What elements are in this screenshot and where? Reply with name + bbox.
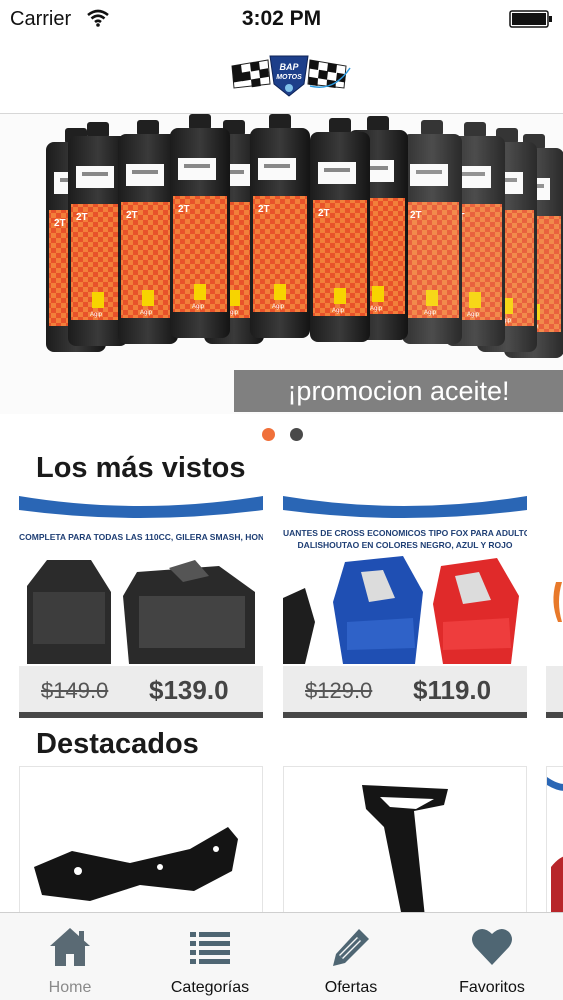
tab-label: Categorías: [170, 979, 250, 996]
current-price: $139.0: [149, 675, 229, 705]
pencil-icon: [333, 929, 369, 966]
featured-card-partial[interactable]: [546, 766, 563, 926]
tab-label: Favoritos: [459, 979, 525, 996]
product-banner-text-2: DALISHOUTAO EN COLORES NEGRO, AZUL Y ROJ…: [297, 540, 513, 550]
old-price: $149.0: [41, 678, 109, 703]
product-banner-text: COMPLETA PARA TODAS LAS 110CC, GILERA SM…: [19, 532, 263, 542]
app-header: BAP MOTOS: [0, 40, 563, 114]
status-time: 3:02 PM: [241, 7, 322, 30]
tab-favoritos[interactable]: Favoritos: [422, 913, 562, 1000]
tab-bar: Home Categorías Ofertas Favoritos: [0, 912, 563, 1000]
product-card-partial[interactable]: [546, 492, 563, 718]
page-dot[interactable]: [290, 428, 303, 441]
list-icon: [190, 932, 230, 964]
price-bar: $149.0 $139.0: [19, 666, 263, 712]
tab-ofertas[interactable]: Ofertas: [281, 913, 421, 1000]
checkered-flag-right-icon: [307, 59, 347, 89]
carousel-page-indicator[interactable]: [0, 428, 563, 442]
featured-image: [362, 785, 448, 925]
heart-icon: [472, 928, 512, 965]
product-image: [27, 560, 255, 664]
product-image: [283, 556, 519, 664]
promo-carousel[interactable]: 2T Agip ¡promocion aceite!: [0, 114, 563, 414]
carousel-caption[interactable]: ¡promocion aceite!: [234, 370, 563, 412]
status-bar: Carrier 3:02 PM: [0, 0, 563, 40]
svg-text:BAP: BAP: [279, 62, 299, 72]
home-icon: [50, 928, 90, 966]
product-banner: [19, 492, 263, 552]
featured-card[interactable]: [19, 766, 263, 926]
featured-card[interactable]: [283, 766, 527, 926]
old-price: $129.0: [305, 678, 373, 703]
product-card[interactable]: COMPLETA PARA TODAS LAS 110CC, GILERA SM…: [19, 492, 263, 718]
carousel-image: 2T Agip: [0, 114, 563, 414]
price-bar: $129.0 $119.0: [283, 666, 527, 712]
current-price: $119.0: [413, 675, 492, 705]
product-card[interactable]: UANTES DE CROSS ECONOMICOS TIPO FOX PARA…: [283, 492, 527, 718]
product-banner-text: UANTES DE CROSS ECONOMICOS TIPO FOX PARA…: [283, 528, 527, 538]
app-logo: BAP MOTOS: [231, 55, 351, 97]
product-image: [546, 492, 563, 712]
page-dot-active[interactable]: [262, 428, 275, 441]
featured-image: [547, 777, 563, 917]
featured-image: [34, 827, 238, 901]
tab-label: Ofertas: [324, 979, 378, 996]
battery-icon: [509, 10, 552, 28]
most-viewed-title: Los más vistos: [36, 452, 246, 484]
featured-title: Destacados: [36, 728, 199, 760]
tab-categorias[interactable]: Categorías: [140, 913, 280, 1000]
checkered-flag-left-icon: [231, 59, 271, 89]
tab-home[interactable]: Home: [0, 913, 140, 1000]
tab-label: Home: [48, 979, 92, 996]
svg-text:MOTOS: MOTOS: [276, 74, 302, 81]
